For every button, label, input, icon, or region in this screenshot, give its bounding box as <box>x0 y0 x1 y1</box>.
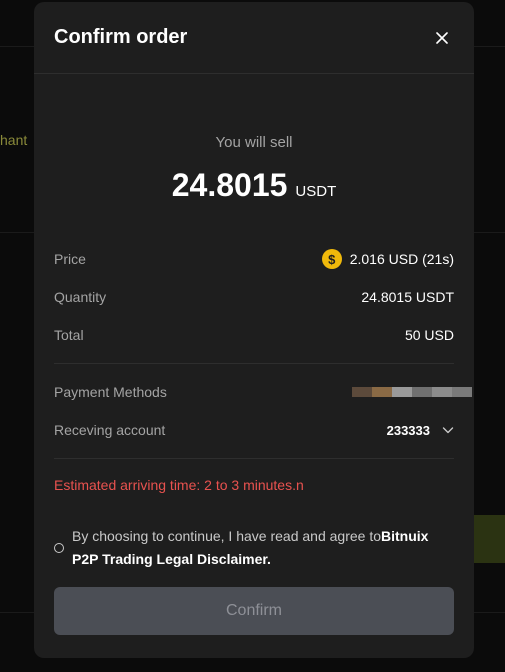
modal-header: Confirm order <box>34 2 474 74</box>
quantity-row: Quantity 24.8015 USDT <box>54 278 454 316</box>
quantity-value: 24.8015 USDT <box>361 289 454 305</box>
sell-amount: 24.8015 USDT <box>34 167 474 204</box>
quantity-label: Quantity <box>54 289 107 305</box>
payment-method-masked-image <box>352 387 472 397</box>
receiving-account-value: 233333 <box>386 422 430 438</box>
close-icon <box>436 31 448 44</box>
confirm-order-modal: Confirm order You will sell 24.8015 USDT… <box>34 2 474 658</box>
price-label: Price <box>54 251 86 267</box>
payment-methods-label: Payment Methods <box>54 384 167 400</box>
total-value: 50 USD <box>404 327 454 343</box>
estimated-arrival-time: Estimated arriving time: 2 to 3 minutes.… <box>54 477 304 493</box>
agreement-text: By choosing to continue, I have read and… <box>72 525 454 571</box>
sell-amount-unit: USDT <box>295 183 337 200</box>
receiving-account-select[interactable]: 233333 <box>387 423 454 438</box>
close-button[interactable] <box>430 26 454 50</box>
receiving-account-row: Receving account 233333 <box>54 411 454 449</box>
price-value: 2.016 USD (21s) <box>349 251 454 267</box>
order-summary: You will sell 24.8015 USDT <box>34 74 474 204</box>
agreement-radio[interactable] <box>54 543 64 553</box>
details-divider <box>54 458 454 459</box>
details-divider <box>54 363 454 364</box>
receiving-account-label: Receving account <box>54 422 166 438</box>
sell-amount-value: 24.8015 <box>171 167 288 203</box>
modal-title: Confirm order <box>54 26 188 48</box>
background-text: hant <box>0 132 28 148</box>
price-row: Price $ 2.016 USD (21s) <box>54 240 454 278</box>
price-value-group: $ 2.016 USD (21s) <box>321 249 454 269</box>
agreement-row: By choosing to continue, I have read and… <box>34 525 474 571</box>
payment-methods-value <box>352 387 472 397</box>
agreement-prefix: By choosing to continue, I have read and… <box>72 528 381 544</box>
payment-methods-row: Payment Methods <box>54 373 472 411</box>
sell-label: You will sell <box>215 134 293 151</box>
order-details: Price $ 2.016 USD (21s) Quantity 24.8015… <box>34 240 474 459</box>
dollar-coin-icon: $ <box>321 249 342 269</box>
total-row: Total 50 USD <box>54 316 454 354</box>
total-label: Total <box>54 327 84 343</box>
confirm-button[interactable]: Confirm <box>54 587 454 635</box>
chevron-down-icon <box>442 427 454 434</box>
